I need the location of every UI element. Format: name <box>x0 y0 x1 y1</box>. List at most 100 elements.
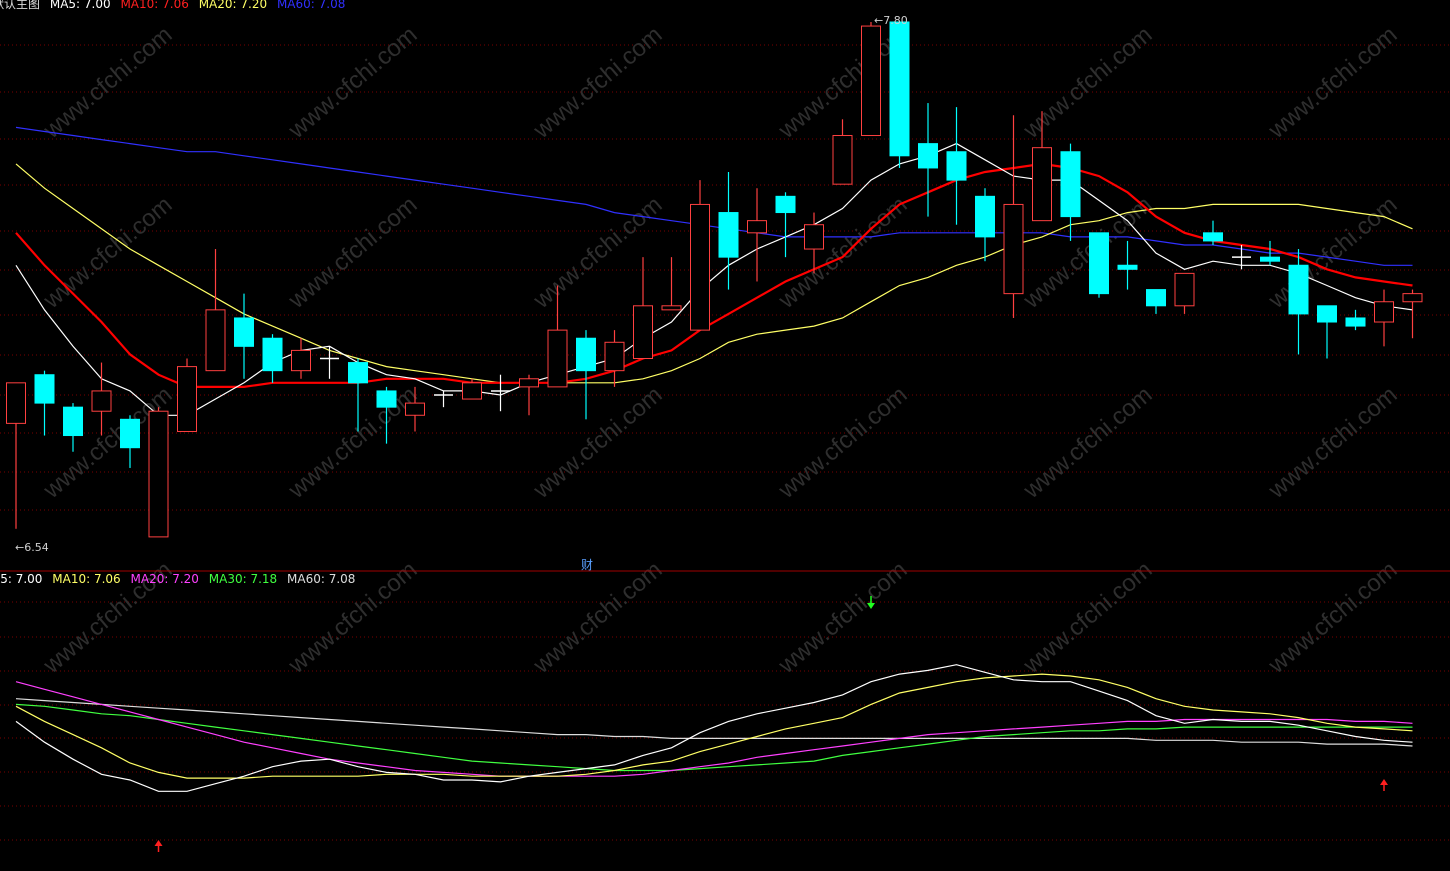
candle-body <box>1117 264 1138 270</box>
candle[interactable] <box>1374 289 1394 347</box>
candle-body <box>177 366 197 432</box>
candle[interactable] <box>148 407 169 538</box>
candle-body <box>1260 256 1280 262</box>
candle[interactable] <box>1203 220 1223 245</box>
candle[interactable] <box>1288 249 1309 355</box>
candle-body <box>6 382 26 424</box>
candle-body <box>34 374 55 404</box>
candle[interactable] <box>434 390 453 408</box>
watermark-text: www.cfchi.com <box>283 381 423 504</box>
candle[interactable] <box>34 370 55 436</box>
stock-chart[interactable]: www.cfchi.com www.cfchi.com www.cfchi.com w… <box>0 0 1450 871</box>
watermark-text: www.cfchi.com <box>1018 381 1158 504</box>
candle-body <box>718 212 739 258</box>
watermark-text: www.cfchi.com <box>528 556 668 679</box>
candle[interactable] <box>177 358 197 432</box>
candle[interactable] <box>1345 309 1366 331</box>
candle[interactable] <box>975 188 995 262</box>
watermark-text: www.cfchi.com <box>1263 21 1403 144</box>
sub-legend: A5: 7.00 MA10: 7.06 MA20: 7.20 MA30: 7.1… <box>0 572 361 586</box>
candle[interactable] <box>519 374 539 416</box>
candle[interactable] <box>661 257 682 311</box>
candle-body <box>376 390 397 408</box>
candle[interactable] <box>1146 289 1166 314</box>
candle[interactable] <box>1060 143 1081 241</box>
candle[interactable] <box>491 374 510 412</box>
candle[interactable] <box>775 192 796 258</box>
high-price-label: ←7.80 <box>874 14 908 27</box>
candle-body <box>120 418 140 449</box>
main-title: 默认主图 <box>0 0 41 11</box>
candle[interactable] <box>120 415 140 468</box>
watermark-text: www.cfchi.com <box>283 21 423 144</box>
candle-body <box>519 378 539 388</box>
candle-body <box>462 382 482 400</box>
candle[interactable] <box>747 188 767 282</box>
candle[interactable] <box>63 403 83 452</box>
candle[interactable] <box>1117 240 1138 290</box>
candle[interactable] <box>6 382 26 529</box>
main-legend: 默认主图 MA5: 7.00 MA10: 7.06 MA20: 7.20 MA6… <box>0 0 351 11</box>
candle-body <box>1089 232 1109 295</box>
watermark-text: www.cfchi.com <box>1263 556 1403 679</box>
candle[interactable] <box>576 330 596 420</box>
candle-body <box>576 337 596 372</box>
candle-body <box>405 402 425 416</box>
candle-body <box>1060 151 1081 218</box>
candle[interactable] <box>1402 289 1423 339</box>
buy-arrow-head <box>1380 779 1388 785</box>
sub-ma10-line <box>15 673 1413 779</box>
watermark-text: www.cfchi.com <box>528 191 668 314</box>
candle-body <box>747 220 767 234</box>
candle[interactable] <box>234 293 254 379</box>
candle-body <box>889 21 910 157</box>
candle[interactable] <box>291 338 311 379</box>
candle-body <box>148 410 169 538</box>
candle[interactable] <box>320 346 339 379</box>
candle[interactable] <box>861 22 881 137</box>
finance-badge[interactable]: 财 <box>581 556 593 573</box>
candle-body <box>775 195 796 214</box>
candle-body <box>291 349 311 372</box>
candle-body <box>604 341 625 372</box>
candle-body <box>63 406 83 437</box>
watermark-text: www.cfchi.com <box>773 381 913 504</box>
watermark-text: www.cfchi.com <box>528 381 668 504</box>
candle-body <box>832 135 853 185</box>
watermark-text: www.cfchi.com <box>38 21 178 144</box>
sub-legend-ma5: A5: 7.00 <box>0 572 43 586</box>
candle-body <box>946 151 967 181</box>
candle[interactable] <box>262 334 283 383</box>
sub-legend-ma20: MA20: 7.20 <box>130 572 199 586</box>
watermark-text: www.cfchi.com <box>1263 381 1403 504</box>
legend-ma20: MA20: 7.20 <box>198 0 268 11</box>
candle-body <box>1032 147 1052 222</box>
candles[interactable] <box>6 21 1423 538</box>
candle-body <box>1288 264 1309 315</box>
candle[interactable] <box>1003 115 1024 318</box>
candle-body <box>348 362 368 384</box>
candle[interactable] <box>1089 232 1109 298</box>
candle-body <box>205 309 226 372</box>
watermark-text: www.cfchi.com <box>1018 21 1158 144</box>
sub-ma60-line <box>15 698 1413 747</box>
candle[interactable] <box>832 119 853 185</box>
candle[interactable] <box>205 249 226 372</box>
candle[interactable] <box>889 21 910 168</box>
candle[interactable] <box>718 172 739 290</box>
candle-body <box>1174 272 1195 307</box>
watermark-text: www.cfchi.com <box>773 556 913 679</box>
legend-ma60: MA60: 7.08 <box>276 0 346 11</box>
candle[interactable] <box>1174 272 1195 314</box>
candle[interactable] <box>690 180 710 331</box>
candle[interactable] <box>946 107 967 225</box>
candle[interactable] <box>1317 305 1337 359</box>
candle[interactable] <box>918 103 938 217</box>
candle[interactable] <box>604 330 625 387</box>
sub-ma-lines <box>15 664 1413 792</box>
candle-body <box>234 317 254 347</box>
candle[interactable] <box>633 257 653 360</box>
candle-body <box>1146 289 1166 307</box>
low-price-label: ←6.54 <box>15 541 49 554</box>
sub-legend-ma60: MA60: 7.08 <box>287 572 356 586</box>
